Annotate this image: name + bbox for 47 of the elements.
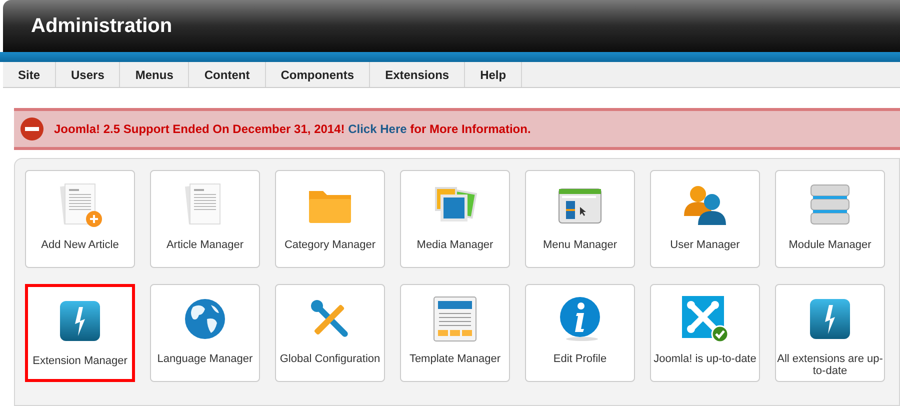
quick-icon-tile[interactable]: User Manager bbox=[650, 170, 760, 268]
stacked-layers-icon bbox=[809, 183, 851, 227]
tile-label: All extensions are up-to-date bbox=[776, 353, 884, 377]
users-icon bbox=[682, 184, 728, 226]
quick-icon-tile[interactable]: All extensions are up-to-date bbox=[775, 284, 885, 382]
tile-label: Module Manager bbox=[788, 239, 872, 251]
quick-icon-tile[interactable]: Extension Manager bbox=[25, 284, 135, 382]
menu-item[interactable]: Content bbox=[189, 62, 266, 87]
menu-item[interactable]: Help bbox=[465, 62, 522, 87]
tile-label: Add New Article bbox=[40, 239, 120, 251]
lightning-icon bbox=[59, 300, 101, 342]
quick-icon-tile[interactable]: Media Manager bbox=[400, 170, 510, 268]
tile-label: User Manager bbox=[669, 239, 741, 251]
quick-icon-tile[interactable]: Module Manager bbox=[775, 170, 885, 268]
tile-label: Global Configuration bbox=[278, 353, 382, 365]
tile-label: Edit Profile bbox=[552, 353, 608, 365]
lightning-icon bbox=[809, 298, 851, 340]
quick-icon-tile[interactable]: Add New Article bbox=[25, 170, 135, 268]
joomla-check-icon bbox=[681, 295, 729, 343]
alert-message: Joomla! 2.5 Support Ended On December 31, 2014! Click Here for More Information. bbox=[54, 121, 531, 138]
quick-icon-tile[interactable]: Edit Profile bbox=[525, 284, 635, 382]
quick-icon-tile[interactable]: Language Manager bbox=[150, 284, 260, 382]
quick-icon-tile[interactable]: Joomla! is up-to-date bbox=[650, 284, 760, 382]
more-info-link[interactable]: Click Here bbox=[348, 122, 407, 136]
info-icon bbox=[558, 296, 602, 342]
tile-label: Extension Manager bbox=[32, 355, 128, 367]
tile-label: Template Manager bbox=[408, 353, 502, 365]
globe-icon bbox=[183, 297, 227, 341]
quick-icon-tile[interactable]: Template Manager bbox=[400, 284, 510, 382]
menu-item[interactable]: Users bbox=[56, 62, 120, 87]
page-title: Administration bbox=[31, 14, 172, 39]
stop-icon bbox=[20, 117, 44, 141]
quick-icon-tile[interactable]: Global Configuration bbox=[275, 284, 385, 382]
menu-item[interactable]: Menus bbox=[120, 62, 190, 87]
tile-label: Media Manager bbox=[416, 239, 494, 251]
tile-label: Article Manager bbox=[165, 239, 245, 251]
quick-icon-tile[interactable]: Article Manager bbox=[150, 170, 260, 268]
quick-icon-tile[interactable]: Category Manager bbox=[275, 170, 385, 268]
tile-label: Menu Manager bbox=[542, 239, 618, 251]
tile-label: Category Manager bbox=[283, 239, 377, 251]
web-page-icon bbox=[433, 296, 477, 342]
tile-label: Joomla! is up-to-date bbox=[652, 353, 758, 365]
quick-icon-tile[interactable]: Menu Manager bbox=[525, 170, 635, 268]
menu-item[interactable]: Extensions bbox=[370, 62, 466, 87]
menu-item[interactable]: Components bbox=[266, 62, 370, 87]
menu-item[interactable]: Site bbox=[3, 62, 56, 87]
tile-label: Language Manager bbox=[156, 353, 254, 365]
